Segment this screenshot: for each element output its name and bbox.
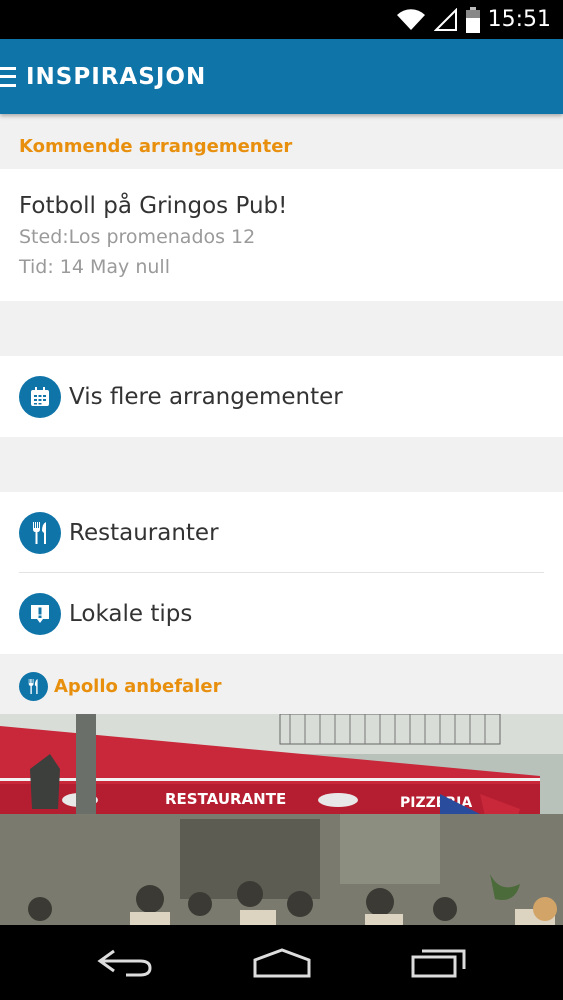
status-bar: 15:51: [0, 0, 563, 39]
signal-icon: [433, 7, 457, 31]
more-events-label: Vis flere arrangementer: [69, 383, 343, 410]
hamburger-menu-icon[interactable]: [0, 66, 16, 87]
menu-card: Restauranter Lokale tips: [0, 492, 563, 654]
event-card[interactable]: Fotboll på Gringos Pub! Sted:Los promena…: [0, 169, 563, 301]
calendar-icon: [19, 375, 61, 418]
status-time: 15:51: [487, 7, 551, 32]
wifi-icon: [396, 8, 425, 30]
upcoming-events-header: Kommende arrangementer: [0, 119, 563, 174]
event-time: Tid: 14 May null: [19, 256, 170, 278]
status-icons: 15:51: [396, 0, 551, 39]
battery-icon: [465, 6, 480, 33]
recents-icon[interactable]: [410, 947, 468, 979]
recommend-label: Apollo anbefaler: [54, 676, 222, 697]
restaurant-photo-image: RESTAURANTE PIZZERIA: [0, 714, 563, 925]
restaurants-label: Restauranter: [69, 519, 219, 546]
fork-knife-icon: [19, 511, 61, 554]
restaurant-photo[interactable]: RESTAURANTE PIZZERIA: [0, 714, 563, 925]
event-place: Sted:Los promenados 12: [19, 226, 256, 248]
app-bar: INSPIRASJON: [0, 39, 563, 114]
recommend-header: Apollo anbefaler: [0, 659, 563, 714]
upcoming-events-label: Kommende arrangementer: [19, 136, 293, 157]
event-title: Fotboll på Gringos Pub!: [19, 193, 288, 219]
more-events-card: Vis flere arrangementer: [0, 356, 563, 437]
restaurants-button[interactable]: Restauranter: [0, 492, 563, 573]
fork-knife-icon: [19, 672, 48, 701]
local-tips-label: Lokale tips: [69, 600, 193, 627]
exclamation-speech-icon: [19, 592, 61, 635]
more-events-button[interactable]: Vis flere arrangementer: [0, 356, 563, 437]
awning-restaurante-text: RESTAURANTE: [165, 790, 286, 808]
local-tips-button[interactable]: Lokale tips: [0, 573, 563, 654]
back-icon[interactable]: [96, 947, 154, 979]
navigation-bar: [0, 925, 563, 1000]
page-title: INSPIRASJON: [26, 63, 207, 90]
home-icon[interactable]: [252, 947, 312, 979]
